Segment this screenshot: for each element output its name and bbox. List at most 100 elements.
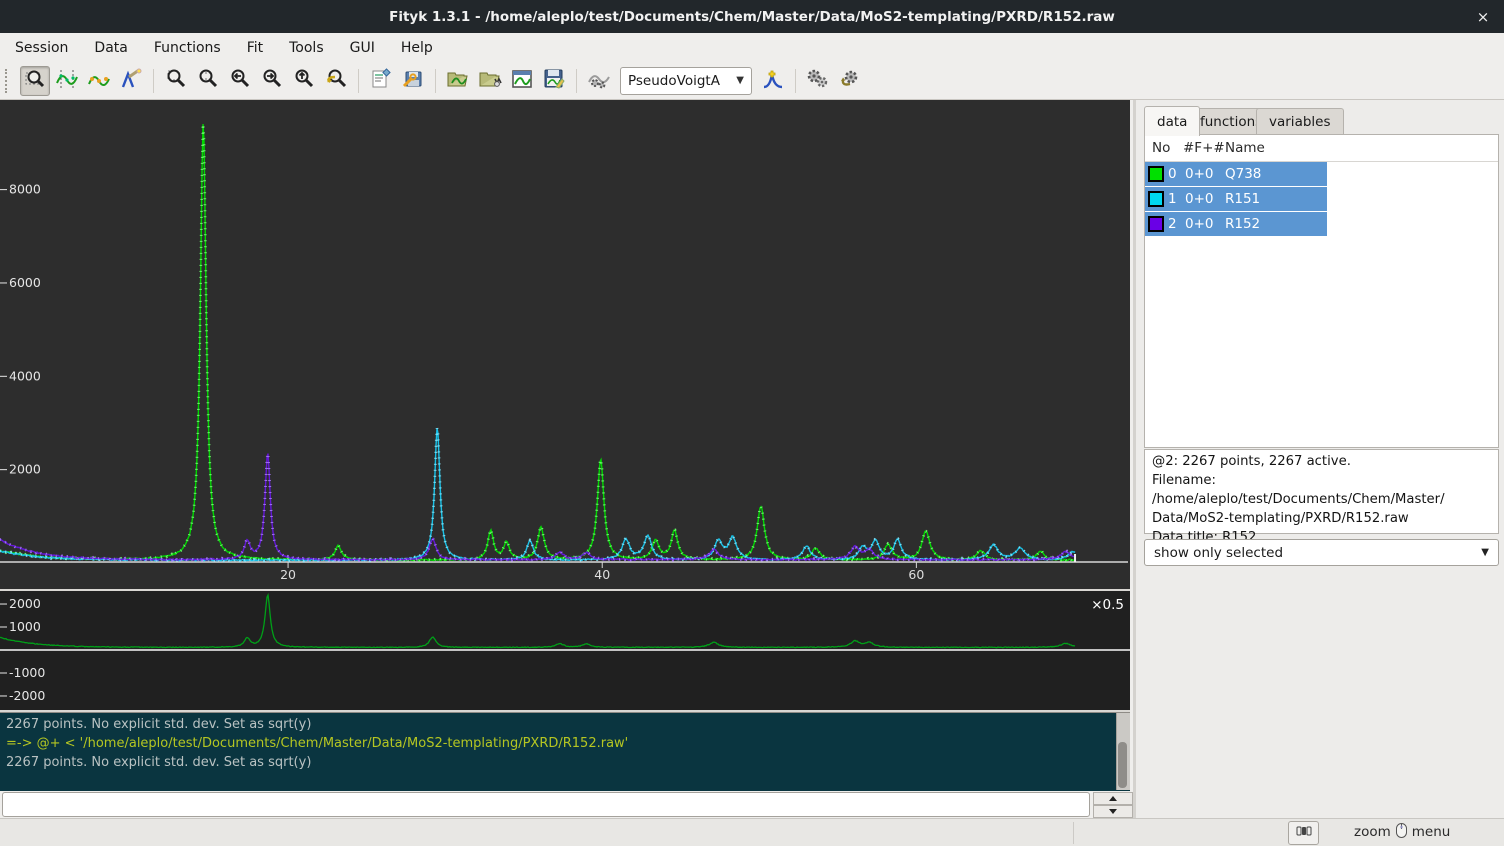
window-title: Fityk 1.3.1 - /home/aleplo/test/Document… bbox=[389, 9, 1115, 25]
edit-script-button[interactable] bbox=[366, 66, 396, 96]
fit-undo-button[interactable] bbox=[835, 66, 865, 96]
dataset-function-count: 0+0 bbox=[1183, 191, 1221, 207]
menu-data[interactable]: Data bbox=[84, 36, 137, 60]
menu-functions[interactable]: Functions bbox=[144, 36, 231, 60]
fit-undo-icon bbox=[838, 68, 862, 93]
svg-text:20: 20 bbox=[280, 567, 296, 582]
console-line: 2267 points. No explicit std. dev. Set a… bbox=[6, 753, 1124, 772]
table-row[interactable]: 00+0Q738 bbox=[1145, 162, 1498, 187]
svg-text:1000: 1000 bbox=[9, 619, 41, 634]
chevron-down-icon bbox=[1109, 809, 1117, 814]
svg-text:2000: 2000 bbox=[9, 462, 41, 477]
table-row[interactable]: 20+0R152 bbox=[1145, 212, 1498, 237]
save-image-button[interactable] bbox=[539, 66, 569, 96]
zoom-vertical-icon bbox=[293, 68, 315, 93]
peak-type-value: PseudoVoigtA bbox=[628, 73, 720, 89]
console-line: =-> @+ < '/home/aleplo/test/Documents/Ch… bbox=[6, 734, 1124, 753]
toolbar-drag-handle[interactable] bbox=[5, 69, 14, 93]
dataset-name: R151 bbox=[1221, 191, 1327, 207]
menu-session[interactable]: Session bbox=[5, 36, 78, 60]
zoom-previous-icon bbox=[325, 68, 347, 93]
menu-fit[interactable]: Fit bbox=[237, 36, 273, 60]
mouse-icon bbox=[1395, 822, 1408, 843]
mouse-hints-button[interactable] bbox=[1288, 821, 1319, 845]
mouse-hints-icon bbox=[1296, 825, 1312, 841]
zoom-select-button[interactable] bbox=[193, 66, 223, 96]
open-data-options-icon bbox=[478, 68, 502, 93]
data-transform-icon bbox=[587, 68, 611, 93]
add-peak-mode-button[interactable] bbox=[84, 66, 114, 96]
edit-script-icon bbox=[370, 68, 392, 93]
fit-run-button[interactable] bbox=[803, 66, 833, 96]
zoom-all-button[interactable] bbox=[161, 66, 191, 96]
gui-config-icon bbox=[402, 68, 424, 93]
svg-text:×0.5: ×0.5 bbox=[1091, 597, 1124, 613]
chevron-down-icon: ▼ bbox=[1481, 547, 1489, 558]
zoom-left-button[interactable] bbox=[225, 66, 255, 96]
close-icon[interactable]: × bbox=[1470, 4, 1496, 30]
console-line: 2267 points. No explicit std. dev. Set a… bbox=[6, 715, 1124, 734]
zoom-previous-button[interactable] bbox=[321, 66, 351, 96]
main-plot-canvas[interactable]: 2040608000600040002000 bbox=[0, 100, 1130, 591]
peak-wand-mode-button[interactable] bbox=[116, 66, 146, 96]
export-plot-button[interactable] bbox=[507, 66, 537, 96]
command-history-up-button[interactable] bbox=[1093, 792, 1133, 805]
menu-gui[interactable]: GUI bbox=[340, 36, 385, 60]
svg-text:2000: 2000 bbox=[9, 596, 41, 611]
dataset-color-swatch bbox=[1148, 216, 1164, 232]
fit-run-icon bbox=[806, 68, 830, 93]
add-peak-mode-icon bbox=[88, 68, 110, 93]
titlebar[interactable]: Fityk 1.3.1 - /home/aleplo/test/Document… bbox=[0, 0, 1504, 33]
data-range-mode-button[interactable] bbox=[52, 66, 82, 96]
zoom-all-icon bbox=[165, 68, 187, 93]
svg-text:4000: 4000 bbox=[9, 368, 41, 383]
zoom-vertical-button[interactable] bbox=[289, 66, 319, 96]
dataset-function-count: 0+0 bbox=[1183, 166, 1221, 182]
svg-text:40: 40 bbox=[594, 567, 610, 582]
dataset-info-box[interactable]: @2: 2267 points, 2267 active.Filename: /… bbox=[1144, 449, 1499, 534]
show-mode-dropdown[interactable]: show only selected ▼ bbox=[1144, 539, 1499, 566]
console-scrollbar-thumb[interactable] bbox=[1118, 742, 1127, 788]
table-header: No #F+# Name bbox=[1145, 135, 1498, 162]
open-data-icon bbox=[446, 68, 470, 93]
zoom-left-icon bbox=[229, 68, 251, 93]
info-line: @2: 2267 points, 2267 active. bbox=[1152, 452, 1491, 471]
auxiliary-plot-canvas[interactable]: 20001000-1000-2000×0.5 bbox=[0, 591, 1130, 712]
add-function-icon bbox=[762, 68, 784, 93]
tab-data[interactable]: data bbox=[1144, 106, 1200, 136]
svg-text:-2000: -2000 bbox=[9, 688, 45, 703]
dataset-table-body: 00+0Q73810+0R15120+0R152 bbox=[1145, 162, 1498, 237]
menu-help[interactable]: Help bbox=[391, 36, 443, 60]
command-input[interactable] bbox=[2, 792, 1090, 817]
open-data-button[interactable] bbox=[443, 66, 473, 96]
dataset-color-swatch bbox=[1148, 191, 1164, 207]
zoom-select-icon bbox=[197, 68, 219, 93]
column-header-name: Name bbox=[1221, 140, 1327, 156]
column-header-functions: #F+# bbox=[1183, 140, 1221, 156]
command-history-down-button[interactable] bbox=[1093, 805, 1133, 818]
add-function-button[interactable] bbox=[758, 66, 788, 96]
fityk-window: Fityk 1.3.1 - /home/aleplo/test/Document… bbox=[0, 0, 1504, 846]
peak-type-combobox[interactable]: PseudoVoigtA ▼ bbox=[620, 67, 752, 95]
hint-menu-label: menu bbox=[1412, 824, 1451, 840]
sidebar: data functions variables No #F+# Name 00… bbox=[1133, 100, 1504, 818]
chevron-up-icon bbox=[1109, 796, 1117, 801]
toolbar-separator bbox=[576, 69, 577, 93]
table-row[interactable]: 10+0R151 bbox=[1145, 187, 1498, 212]
gui-config-button[interactable] bbox=[398, 66, 428, 96]
zoom-mode-button[interactable] bbox=[20, 66, 50, 96]
zoom-right-button[interactable] bbox=[257, 66, 287, 96]
mouse-hint-text: zoom menu bbox=[1354, 821, 1450, 843]
show-mode-value: show only selected bbox=[1154, 545, 1283, 561]
open-data-options-button[interactable] bbox=[475, 66, 505, 96]
dataset-name: Q738 bbox=[1221, 166, 1327, 182]
zoom-mode-icon bbox=[24, 68, 46, 93]
toolbar-separator bbox=[795, 69, 796, 93]
tab-variables[interactable]: variables bbox=[1256, 108, 1344, 135]
data-transform-button[interactable] bbox=[584, 66, 614, 96]
svg-text:60: 60 bbox=[908, 567, 924, 582]
dataset-table[interactable]: No #F+# Name 00+0Q73810+0R15120+0R152 bbox=[1144, 134, 1499, 448]
peak-wand-icon bbox=[120, 68, 142, 93]
output-console[interactable]: 2267 points. No explicit std. dev. Set a… bbox=[0, 712, 1130, 791]
menu-tools[interactable]: Tools bbox=[279, 36, 334, 60]
